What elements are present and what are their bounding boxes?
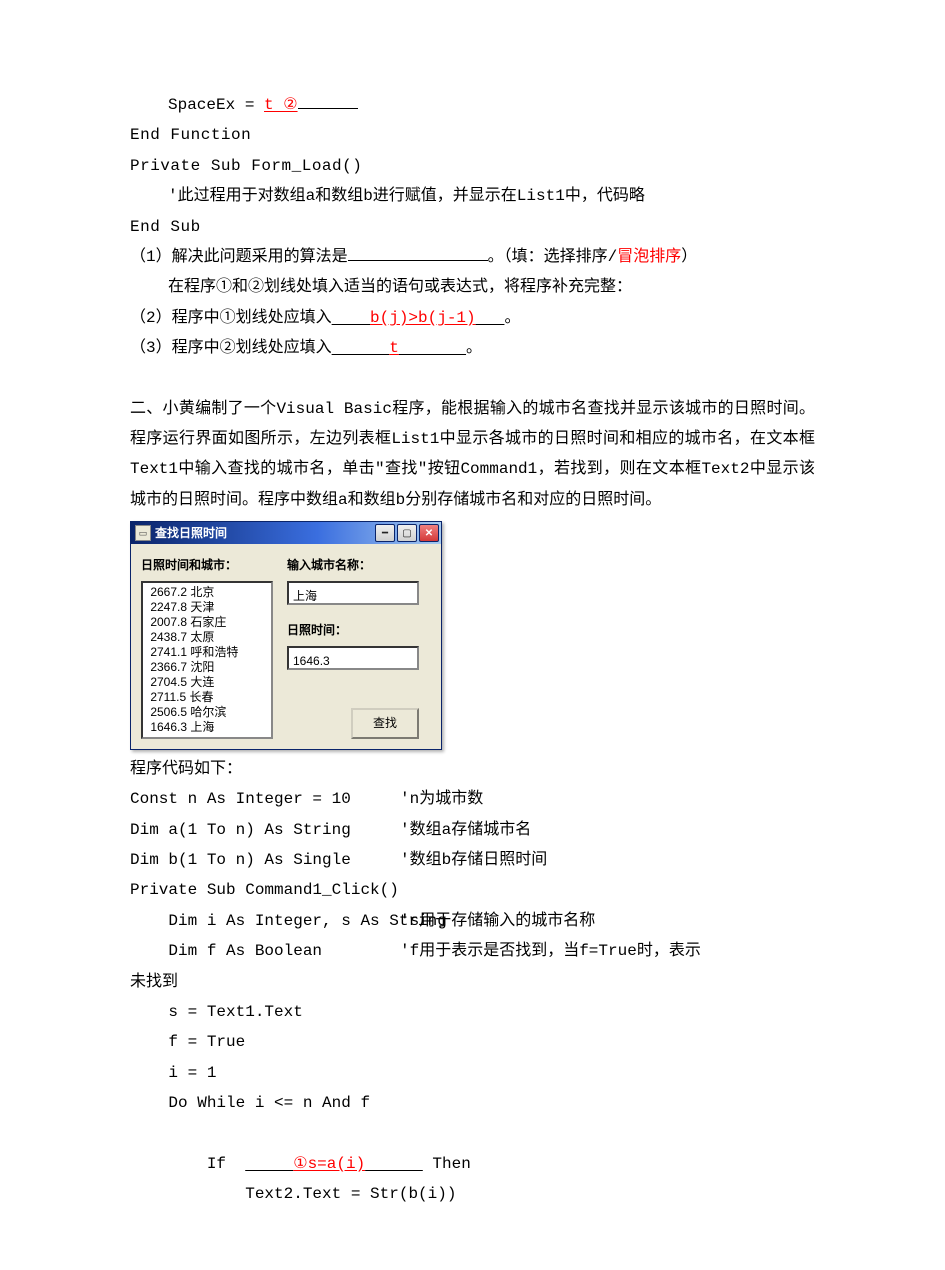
q3-answer: t xyxy=(389,339,399,357)
code-comment: '此过程用于对数组a和数组b进行赋值，并显示在List1中，代码略 xyxy=(130,181,815,211)
q1-suffix: ） xyxy=(681,248,697,266)
if-prefix: If xyxy=(130,1155,245,1173)
q3-prefix: （3）程序中②划线处应填入 xyxy=(130,339,332,357)
time-label: 日照时间： xyxy=(287,619,419,642)
blank-line xyxy=(348,244,488,261)
code-comment: 's用于存储输入的城市名称 xyxy=(400,906,815,936)
q1-middle: 。（填：选择排序/ xyxy=(488,248,618,266)
question-1-line2: 在程序①和②划线处填入适当的语句或表达式，将程序补充完整： xyxy=(130,272,815,302)
q3-suffix: 。 xyxy=(466,339,482,357)
code-comment: 'n为城市数 xyxy=(400,784,815,814)
code-line: End Function xyxy=(130,120,815,150)
input-label: 输入城市名称： xyxy=(287,554,419,577)
code-line: SpaceEx = t ② xyxy=(130,90,815,120)
code-row: Dim a(1 To n) As String '数组a存储城市名 xyxy=(130,815,815,845)
code-line: Do While i <= n And f xyxy=(130,1088,815,1118)
if-answer: ①s=a(i) xyxy=(293,1155,365,1173)
q1-prefix: （1）解决此问题采用的算法是 xyxy=(130,248,348,266)
code-line: Private Sub Command1_Click() xyxy=(130,875,815,905)
text2-output[interactable]: 1646.3 xyxy=(287,646,419,670)
window-buttons: ━ ▢ ✕ xyxy=(375,524,439,542)
code-comment: '数组b存储日照时间 xyxy=(400,845,815,875)
code-comment: 'f用于表示是否找到，当f=True时，表示 xyxy=(400,936,815,966)
q1-answer: 冒泡排序 xyxy=(617,248,681,266)
code-line: End Sub xyxy=(130,212,815,242)
question-2: （2）程序中①划线处应填入 b(j)>b(j-1) 。 xyxy=(130,303,815,333)
code-line: f = True xyxy=(130,1027,815,1057)
code-row: Dim b(1 To n) As Single '数组b存储日照时间 xyxy=(130,845,815,875)
code-left: Dim b(1 To n) As Single xyxy=(130,845,400,875)
close-button[interactable]: ✕ xyxy=(419,524,439,542)
q2-answer: b(j)>b(j-1) xyxy=(370,309,476,327)
code-line: s = Text1.Text xyxy=(130,997,815,1027)
blank-line xyxy=(298,92,358,109)
blank-tail xyxy=(476,309,505,327)
code-label: 程序代码如下： xyxy=(130,754,815,784)
maximize-button[interactable]: ▢ xyxy=(397,524,417,542)
code-line: Text2.Text = Str(b(i)) xyxy=(130,1179,815,1209)
code-line: If ①s=a(i) Then xyxy=(130,1119,815,1180)
text1-input[interactable]: 上海 xyxy=(287,581,419,605)
blank-lead xyxy=(332,309,370,327)
right-column: 输入城市名称： 上海 日照时间： 1646.3 查找 xyxy=(287,554,419,739)
code-comment: '数组a存储城市名 xyxy=(400,815,815,845)
code-left: Const n As Integer = 10 xyxy=(130,784,400,814)
answer-blank: t ② xyxy=(264,96,298,114)
code-line: i = 1 xyxy=(130,1058,815,1088)
app-icon: ▭ xyxy=(135,525,151,541)
code-text: SpaceEx = xyxy=(168,96,264,114)
code-row: Dim f As Boolean 'f用于表示是否找到，当f=True时，表示 xyxy=(130,936,815,966)
window-title: 查找日照时间 xyxy=(155,522,375,545)
vb-window: ▭ 查找日照时间 ━ ▢ ✕ 日照时间和城市： 2667.2 北京 2247.8… xyxy=(130,521,442,750)
if-suffix: Then xyxy=(423,1155,471,1173)
code-left: Dim f As Boolean xyxy=(130,936,400,966)
list-label: 日照时间和城市： xyxy=(141,554,273,577)
blank-lead xyxy=(245,1155,293,1173)
q2-suffix: 。 xyxy=(504,309,520,327)
code-left: Dim a(1 To n) As String xyxy=(130,815,400,845)
q2-prefix: （2）程序中①划线处应填入 xyxy=(130,309,332,327)
question-1: （1）解决此问题采用的算法是 。（填：选择排序/冒泡排序） xyxy=(130,242,815,272)
titlebar: ▭ 查找日照时间 ━ ▢ ✕ xyxy=(131,522,441,544)
list1-listbox[interactable]: 2667.2 北京 2247.8 天津 2007.8 石家庄 2438.7 太原… xyxy=(141,581,273,739)
code-row: Dim i As Integer, s As String 's用于存储输入的城… xyxy=(130,906,815,936)
minimize-button[interactable]: ━ xyxy=(375,524,395,542)
blank-tail xyxy=(399,339,466,357)
left-column: 日照时间和城市： 2667.2 北京 2247.8 天津 2007.8 石家庄 … xyxy=(141,554,273,739)
section2-intro: 二、小黄编制了一个Visual Basic程序，能根据输入的城市名查找并显示该城… xyxy=(130,394,815,516)
blank-tail xyxy=(365,1155,423,1173)
code-line: 未找到 xyxy=(130,967,815,997)
code-row: Const n As Integer = 10 'n为城市数 xyxy=(130,784,815,814)
client-area: 日照时间和城市： 2667.2 北京 2247.8 天津 2007.8 石家庄 … xyxy=(131,544,441,749)
search-button[interactable]: 查找 xyxy=(351,708,419,739)
blank-lead xyxy=(332,339,390,357)
question-3: （3）程序中②划线处应填入 t 。 xyxy=(130,333,815,363)
code-line: Private Sub Form_Load() xyxy=(130,151,815,181)
code-left: Dim i As Integer, s As String xyxy=(130,906,400,936)
